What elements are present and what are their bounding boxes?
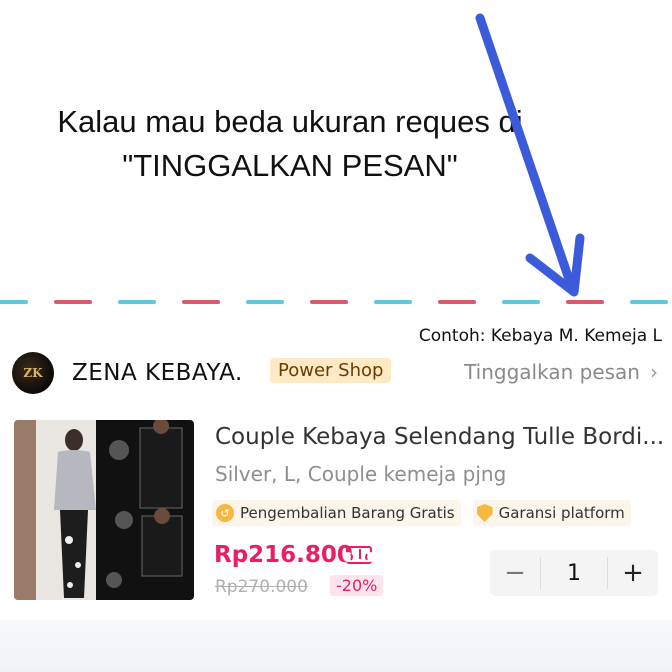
shield-icon xyxy=(476,504,493,522)
leave-message-label: Tinggalkan pesan xyxy=(464,360,640,384)
airmail-dash xyxy=(0,300,28,304)
airmail-dash xyxy=(246,300,284,304)
product-title[interactable]: Couple Kebaya Selendang Tulle Bordi... xyxy=(215,424,665,450)
free-return-label: Pengembalian Barang Gratis xyxy=(240,504,455,522)
original-price: Rp270.000 xyxy=(215,577,308,597)
instruction-line-2: "TINGGALKAN PESAN" xyxy=(122,148,458,183)
airmail-dash xyxy=(438,300,476,304)
instruction-line-1: Kalau mau beda ukuran reques di xyxy=(57,104,523,139)
plus-icon: + xyxy=(622,558,644,588)
quantity-value[interactable]: 1 xyxy=(540,557,608,589)
airmail-dash xyxy=(630,300,668,304)
airmail-dash xyxy=(118,300,156,304)
discount-badge: -20% xyxy=(330,575,384,596)
current-price: Rp216.800 xyxy=(214,542,353,568)
airmail-dash xyxy=(502,300,540,304)
quantity-stepper: − 1 + xyxy=(490,550,658,596)
shop-logo[interactable]: ZK xyxy=(12,352,54,394)
product-image xyxy=(14,420,194,600)
platform-guarantee-label: Garansi platform xyxy=(498,504,625,522)
return-badge-icon: ↺ xyxy=(216,504,234,522)
airmail-dash xyxy=(182,300,220,304)
product-variant-selector[interactable]: Silver, L, Couple kemeja pjng xyxy=(215,462,506,486)
bottom-area xyxy=(0,620,672,672)
leave-message-link[interactable]: Tinggalkan pesan › xyxy=(464,360,658,384)
free-return-tag: ↺ Pengembalian Barang Gratis xyxy=(212,500,461,526)
minus-icon: − xyxy=(504,558,526,588)
coupon-icon[interactable] xyxy=(343,546,375,564)
platform-guarantee-tag: Garansi platform xyxy=(472,500,631,526)
airmail-dash xyxy=(566,300,604,304)
airmail-divider xyxy=(0,300,668,304)
shop-name[interactable]: ZENA KEBAYA. xyxy=(72,360,243,386)
increase-quantity-button[interactable]: + xyxy=(608,550,658,596)
airmail-dash xyxy=(310,300,348,304)
product-thumbnail[interactable] xyxy=(14,420,194,600)
decrease-quantity-button[interactable]: − xyxy=(490,550,540,596)
shop-logo-text: ZK xyxy=(23,366,43,380)
airmail-dash xyxy=(374,300,412,304)
power-shop-badge: Power Shop xyxy=(270,358,392,383)
airmail-dash xyxy=(54,300,92,304)
example-label: Contoh: Kebaya M. Kemeja L xyxy=(418,326,662,346)
chevron-right-icon: › xyxy=(650,360,658,384)
instruction-text: Kalau mau beda ukuran reques di "TINGGAL… xyxy=(0,100,580,188)
shop-header[interactable]: ZK ZENA KEBAYA. Power Shop Tinggalkan pe… xyxy=(12,350,662,396)
service-tags: ↺ Pengembalian Barang Gratis Garansi pla… xyxy=(212,500,631,526)
